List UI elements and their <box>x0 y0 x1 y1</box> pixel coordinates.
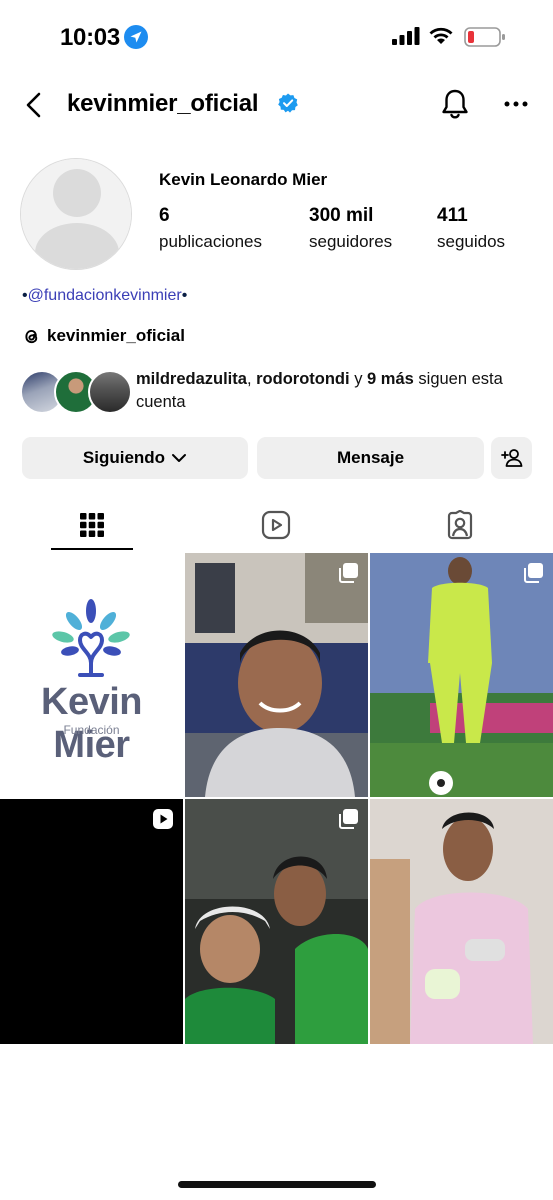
post-tile-5[interactable] <box>185 799 368 1044</box>
tab-tagged[interactable] <box>418 499 502 551</box>
carousel-icon <box>339 809 358 829</box>
tab-reels[interactable] <box>232 499 320 551</box>
header-username: kevinmier_oficial <box>67 90 259 117</box>
add-person-icon <box>500 449 522 467</box>
stat-following[interactable]: 411 seguidos <box>437 205 505 252</box>
stat-followers[interactable]: 300 mil seguidores <box>309 205 392 252</box>
signal-icon <box>392 27 420 45</box>
post-tile-2[interactable] <box>185 553 368 797</box>
message-button-label: Mensaje <box>336 448 405 467</box>
notification-bell-icon[interactable] <box>439 86 471 122</box>
location-icon <box>124 25 148 49</box>
foundation-subtitle: Fundación <box>63 723 120 737</box>
active-tab-indicator <box>51 548 133 550</box>
stat-following-value: 411 <box>437 205 468 226</box>
reels-icon <box>261 510 291 540</box>
post-tile-4[interactable] <box>0 799 183 1044</box>
mutual-user-2[interactable]: rodorotondi <box>256 370 349 388</box>
post-tile-3[interactable] <box>370 553 553 797</box>
mutual-followers-text: mildredazulita, rodorotondi y 9 más sigu… <box>136 368 536 414</box>
posts-grid: Kevin Mier Fundación <box>0 553 553 1044</box>
wifi-icon <box>429 27 453 44</box>
mutual-separator: , <box>246 370 257 388</box>
profile-avatar[interactable] <box>20 158 132 270</box>
post-image-goalkeeper <box>370 553 553 797</box>
carousel-icon <box>339 563 358 583</box>
stat-posts[interactable]: 6 publicaciones <box>159 205 262 252</box>
threads-link[interactable]: kevinmier_oficial <box>22 324 185 348</box>
default-avatar-icon <box>21 159 131 269</box>
mutual-and: y <box>349 370 368 388</box>
stat-following-label: seguidos <box>437 232 506 251</box>
profile-tabs <box>0 499 553 551</box>
more-options-icon[interactable] <box>503 94 529 114</box>
suggested-users-button[interactable] <box>491 437 532 479</box>
status-time: 10:03 <box>60 24 120 51</box>
bio-mention-link[interactable]: @fundacionkevinmier <box>28 287 182 304</box>
status-bar: 10:03 <box>0 0 553 76</box>
following-button[interactable]: Siguiendo <box>22 437 248 479</box>
carousel-icon <box>524 563 543 583</box>
post-tile-6[interactable] <box>370 799 553 1044</box>
message-button[interactable]: Mensaje <box>257 437 484 479</box>
stat-followers-value: 300 mil <box>309 205 374 226</box>
verified-badge-icon <box>278 93 298 113</box>
threads-username: kevinmier_oficial <box>47 326 185 345</box>
stat-followers-label: seguidores <box>309 232 393 251</box>
foundation-logo-icon <box>52 599 130 677</box>
back-arrow-icon[interactable] <box>22 90 48 120</box>
bio-text: •@fundacionkevinmier• <box>22 287 187 305</box>
bio-suffix: • <box>181 287 188 304</box>
mutual-avatars <box>20 370 132 414</box>
post-image-celebration <box>185 799 368 1044</box>
mutual-user-1[interactable]: mildredazulita <box>136 370 247 388</box>
post-image-pink-kit <box>370 799 553 1044</box>
chevron-down-icon <box>172 454 187 462</box>
mutual-more[interactable]: 9 más <box>367 370 414 388</box>
post-tile-1[interactable]: Kevin Mier Fundación <box>0 553 183 797</box>
threads-icon <box>25 329 38 343</box>
tagged-icon <box>447 510 473 540</box>
reel-icon <box>153 809 173 829</box>
mutual-avatar-3 <box>88 370 132 414</box>
home-indicator[interactable] <box>178 1181 376 1188</box>
battery-low-icon <box>464 27 505 47</box>
grid-icon <box>80 513 104 537</box>
post-image-selfie <box>185 553 368 797</box>
following-button-label: Siguiendo <box>82 448 166 467</box>
profile-header: kevinmier_oficial <box>0 80 553 130</box>
stat-posts-value: 6 <box>159 205 170 226</box>
profile-full-name: Kevin Leonardo Mier <box>159 170 328 189</box>
stat-posts-label: publicaciones <box>159 232 263 251</box>
tab-posts[interactable] <box>51 499 133 551</box>
